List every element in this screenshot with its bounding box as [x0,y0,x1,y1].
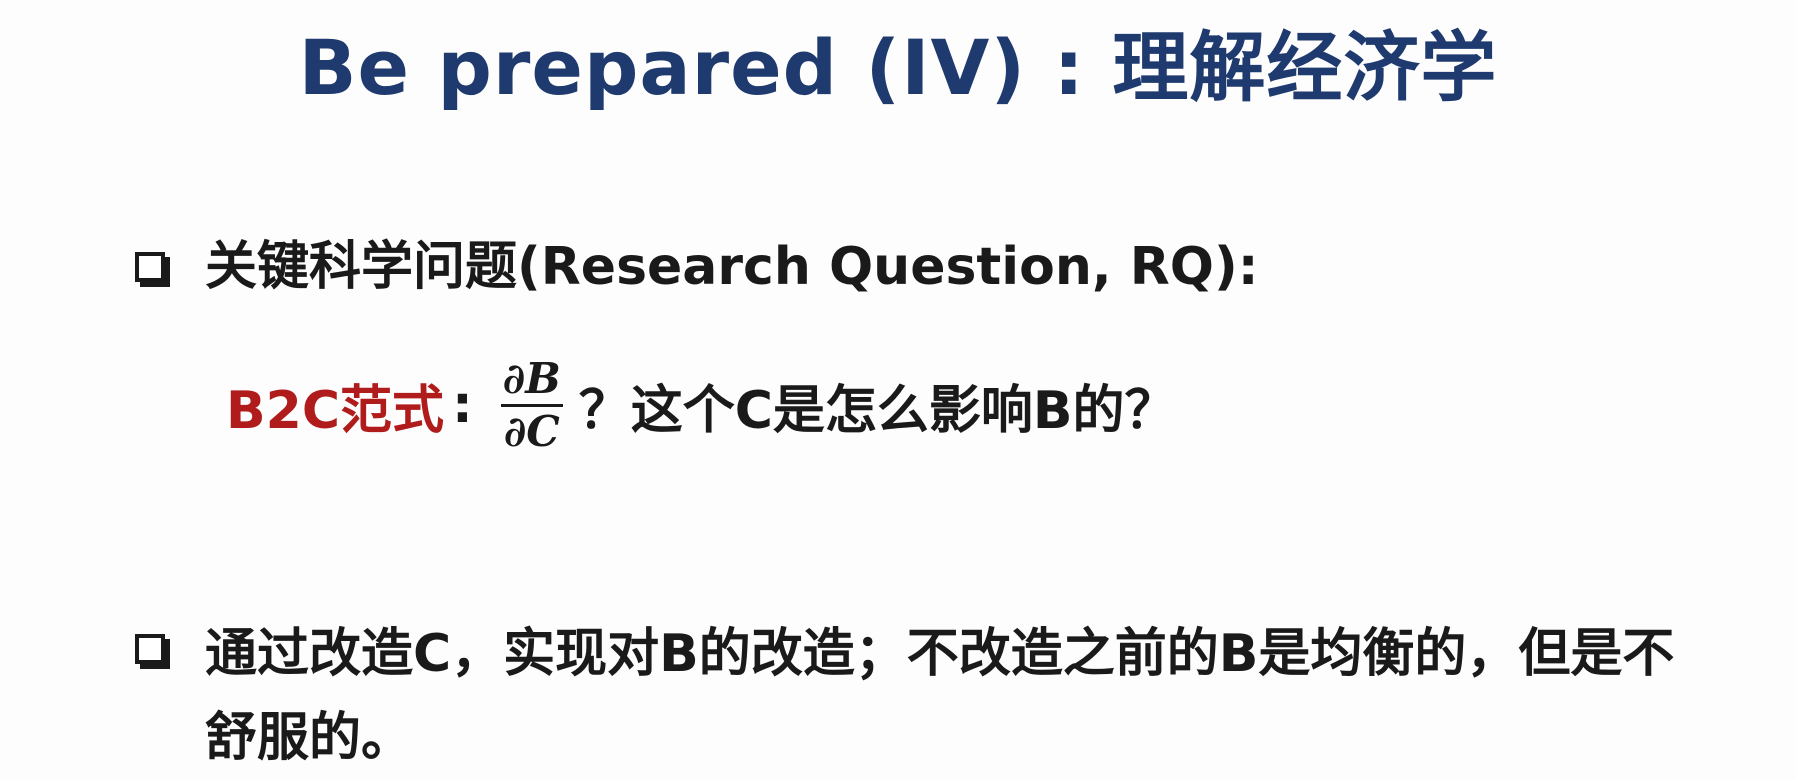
slide-title: Be prepared (IV) : 理解经济学 [298,23,1498,112]
bullet-text: 通过改造C，实现对B的改造；不改造之前的B是均衡的，但是不舒服的。 [205,624,1675,768]
sub-item-b2c: B2C范式 : ∂B ∂C ？这个C是怎么影响B的？ [226,350,1177,460]
fraction-numerator: ∂B [502,353,561,403]
bullet-transformation: 通过改造C，实现对B的改造；不改造之前的B是均衡的，但是不舒服的。 [135,612,1685,779]
partial-derivative-fraction: ∂B ∂C [499,354,565,457]
slide: Be prepared (IV) : 理解经济学 关键科学问题(Research… [0,0,1796,779]
checkbox-bullet-icon [135,252,165,282]
checkbox-bullet-icon [135,634,165,664]
paradigm-colon: : [451,375,473,435]
bullet-text: 关键科学问题(Research Question, RQ): [205,237,1259,297]
paradigm-label: B2C范式 [226,380,444,441]
bullet-research-question: 关键科学问题(Research Question, RQ): [135,232,1259,302]
fraction-denominator: ∂C [503,406,560,456]
question-text: ？这个C是怎么影响B的？ [578,380,1177,441]
